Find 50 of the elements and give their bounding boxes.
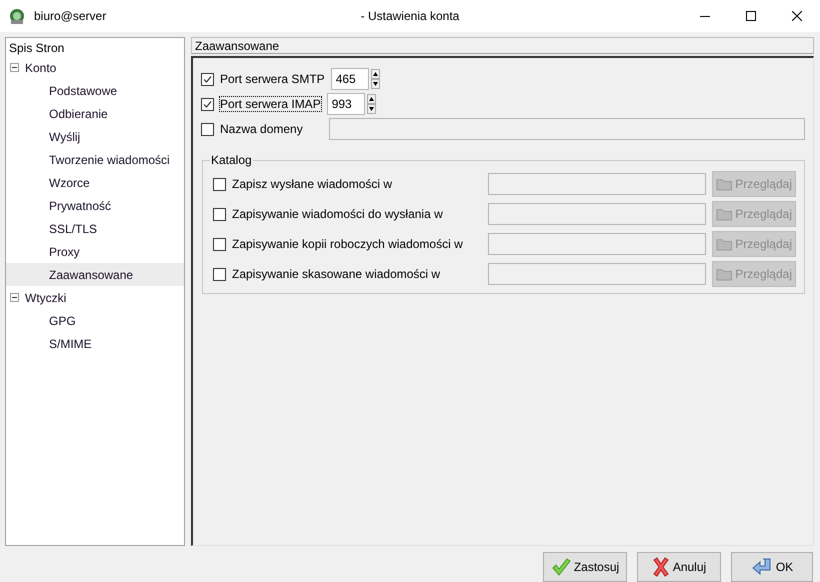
checkbox[interactable] (201, 122, 214, 136)
return-arrow-icon (750, 557, 773, 577)
tree-item[interactable]: Wzorce (6, 171, 184, 194)
folder-label: Zapisywanie wiadomości do wysłania w (232, 207, 444, 221)
ok-button[interactable]: OK (731, 552, 813, 582)
folder-label: Zapisywanie skasowane wiadomości w (232, 267, 442, 281)
tree-item[interactable]: Podstawowe (6, 79, 184, 102)
account-name: biuro@server (34, 9, 106, 23)
tree-item[interactable]: Odbieranie (6, 102, 184, 125)
tree-item[interactable]: Wtyczki (6, 286, 184, 309)
tree-item[interactable]: S/MIME (6, 332, 184, 355)
maximize-icon (746, 11, 756, 21)
spin-arrows-icon[interactable] (366, 94, 376, 114)
tree-item[interactable]: Konto (6, 56, 184, 79)
checkbox[interactable] (201, 72, 214, 86)
app-icon (8, 7, 26, 25)
tree-header: Spis Stron (8, 40, 66, 56)
tree-item[interactable]: Zaawansowane (6, 263, 184, 286)
folder-icon (716, 176, 734, 192)
input-field[interactable] (488, 233, 706, 255)
collapse-icon[interactable] (10, 63, 19, 72)
checkbox[interactable] (201, 98, 214, 110)
cross-icon (652, 557, 670, 577)
folder-label: Zapisywanie kopii roboczych wiadomości w (232, 237, 464, 251)
input-field[interactable] (488, 203, 706, 225)
tree-item[interactable]: Prywatność (6, 194, 184, 217)
check-icon (550, 557, 571, 577)
tree-item[interactable]: Proxy (6, 240, 184, 263)
tree-item[interactable]: GPG (6, 309, 184, 332)
group-title: Katalog (210, 153, 253, 167)
folder-icon (716, 266, 734, 282)
close-icon (792, 11, 802, 21)
folder-icon (716, 236, 734, 252)
setting-label: Nazwa domeny (220, 122, 303, 136)
collapse-icon[interactable] (10, 293, 19, 302)
page-header: Zaawansowane (191, 37, 814, 54)
window-title: - Ustawienia konta (360, 9, 460, 23)
setting-label: Port serwera IMAP (220, 97, 321, 111)
folder-label: Zapisz wysłane wiadomości w (232, 177, 394, 191)
input-field[interactable] (488, 173, 706, 195)
tree-item[interactable]: Tworzenie wiadomości (6, 148, 184, 171)
input-field[interactable] (488, 263, 706, 285)
cancel-button[interactable]: Anuluj (637, 552, 721, 582)
tree-item[interactable]: Wyślij (6, 125, 184, 148)
folder-icon (716, 206, 734, 222)
spin-arrows-icon[interactable] (370, 69, 380, 89)
setting-label: Port serwera SMTP (220, 72, 325, 86)
apply-button[interactable]: Zastosuj (543, 552, 627, 582)
input-field[interactable] (328, 118, 805, 140)
tree-item[interactable]: SSL/TLS (6, 217, 184, 240)
